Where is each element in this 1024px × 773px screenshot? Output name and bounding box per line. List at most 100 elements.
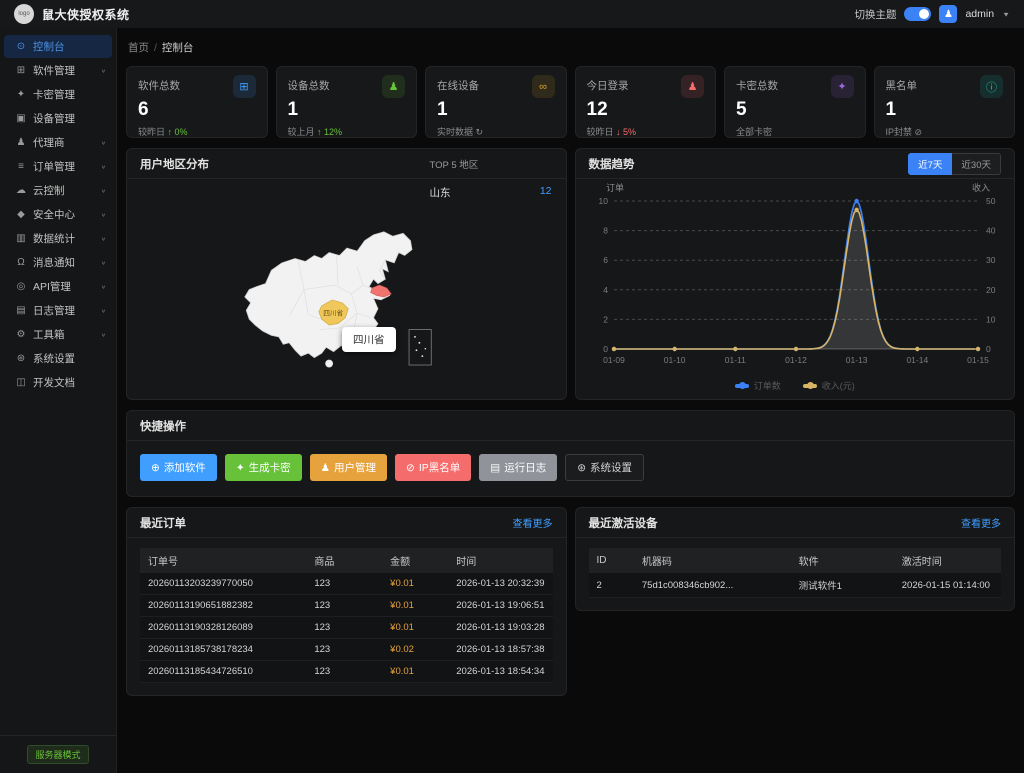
orders-table: 订单号商品金额时间20260113203239770050123¥0.01202… <box>140 548 553 683</box>
range-button-近30天[interactable]: 近30天 <box>952 153 1001 175</box>
orders-more-link[interactable]: 查看更多 <box>513 515 553 530</box>
person-icon: ♟ <box>382 75 405 98</box>
svg-text:8: 8 <box>603 226 608 236</box>
sidebar-item-security[interactable]: ◆安全中心∨ <box>4 203 112 226</box>
quick-action-label: 运行日志 <box>504 460 546 475</box>
sidebar-item-label: 消息通知 <box>33 255 101 270</box>
stat-card: 卡密总数✦5全部卡密 <box>724 66 866 138</box>
svg-text:2: 2 <box>603 314 608 324</box>
app-logo-icon: logo <box>14 4 34 24</box>
main-content: 首页/控制台 软件总数⊞6较昨日 ↑ 0%设备总数♟1较上月 ↑ 12%在线设备… <box>117 28 1024 706</box>
stat-card-label: 黑名单 <box>886 78 918 93</box>
table-row: 20260113185738178234123¥0.022026-01-13 1… <box>140 639 553 661</box>
stat-card-label: 在线设备 <box>437 78 479 93</box>
stat-card-value: 5 <box>736 100 854 119</box>
sidebar-item-logs[interactable]: ▤日志管理∨ <box>4 299 112 322</box>
svg-text:4: 4 <box>603 285 608 295</box>
rings-icon: ∞ <box>532 75 555 98</box>
sidebar-item-software[interactable]: ⊞软件管理∨ <box>4 59 112 82</box>
sidebar-item-notice[interactable]: Ω 消息通知∨ <box>4 251 112 274</box>
table-cell: 2026-01-13 18:57:38 <box>448 639 552 661</box>
api-icon: ◎ <box>14 281 28 292</box>
theme-toggle[interactable] <box>904 7 931 21</box>
sidebar-item-order[interactable]: ≡订单管理∨ <box>4 155 112 178</box>
svg-text:10: 10 <box>598 196 608 206</box>
table-cell: 75d1c008346cb902... <box>634 573 791 598</box>
stat-card-footnote: 全部卡密 <box>736 125 854 138</box>
table-header: 时间 <box>448 548 552 573</box>
breadcrumb-home[interactable]: 首页 <box>128 42 149 54</box>
stat-card-label: 设备总数 <box>288 78 330 93</box>
region-value: 12 <box>540 185 552 200</box>
sidebar-item-toolbox[interactable]: ⚙工具箱∨ <box>4 323 112 346</box>
stat-card-value: 1 <box>437 100 555 119</box>
devices-more-link[interactable]: 查看更多 <box>961 515 1001 530</box>
svg-text:20: 20 <box>986 285 996 295</box>
sidebar-item-devdocs[interactable]: ◫开发文档 <box>4 371 112 394</box>
plus-circle-icon: ⊕ <box>151 462 160 474</box>
data-trend-panel: 数据趋势 近7天近30天 订单收入02468100102030405001-09… <box>575 148 1016 400</box>
sidebar-item-label: 开发文档 <box>33 375 106 390</box>
recent-orders-panel: 最近订单 查看更多 订单号商品金额时间202601132032397700501… <box>126 507 567 696</box>
legend-item[interactable]: 收入(元) <box>803 379 855 392</box>
quick-action-label: 系统设置 <box>590 460 632 475</box>
quick-action-用户管理[interactable]: ♟用户管理 <box>310 454 387 481</box>
svg-text:50: 50 <box>986 196 996 206</box>
top5-region-row[interactable]: 山东12 <box>430 185 552 200</box>
quick-actions-panel: 快捷操作 ⊕添加软件✦生成卡密♟用户管理⊘IP黑名单▤运行日志⊛系统设置 <box>126 410 1015 497</box>
bell-icon: Ω <box>14 257 28 268</box>
username: admin <box>965 8 994 20</box>
table-cell: ¥0.01 <box>382 661 448 683</box>
monitor-icon: ▣ <box>14 113 28 124</box>
person-icon: ♟ <box>321 462 330 474</box>
sidebar-item-device[interactable]: ▣设备管理 <box>4 107 112 130</box>
table-cell: 123 <box>306 617 382 639</box>
svg-text:01-13: 01-13 <box>845 355 867 365</box>
chevron-down-icon[interactable]: ▼ <box>1002 10 1010 17</box>
server-mode-badge: 服务器模式 <box>27 745 88 764</box>
quick-action-添加软件[interactable]: ⊕添加软件 <box>140 454 217 481</box>
svg-text:01-12: 01-12 <box>785 355 807 365</box>
stat-card-footnote: 实时数据 ↻ <box>437 125 555 138</box>
key-icon: ✦ <box>236 462 245 474</box>
sidebar-item-agent[interactable]: ♟代理商∨ <box>4 131 112 154</box>
user-avatar[interactable]: ♟ <box>939 5 957 23</box>
stat-card-value: 12 <box>587 100 705 119</box>
sidebar-item-cardkey[interactable]: ✦卡密管理 <box>4 83 112 106</box>
quick-action-生成卡密[interactable]: ✦生成卡密 <box>225 454 302 481</box>
table-header: 激活时间 <box>894 548 1001 573</box>
legend-item[interactable]: 订单数 <box>735 379 781 392</box>
stat-card-label: 软件总数 <box>138 78 180 93</box>
sidebar-item-settings[interactable]: ⊛系统设置 <box>4 347 112 370</box>
table-cell: 20260113185738178234 <box>140 639 306 661</box>
table-row: 20260113190328126089123¥0.012026-01-13 1… <box>140 617 553 639</box>
top5-region-list: TOP 5 地区 山东12 <box>430 179 552 200</box>
settings-icon: ⊛ <box>14 353 28 364</box>
sidebar-item-cloud[interactable]: ☁云控制∨ <box>4 179 112 202</box>
sidebar-item-api[interactable]: ◎API管理∨ <box>4 275 112 298</box>
quick-action-系统设置[interactable]: ⊛系统设置 <box>565 454 644 481</box>
svg-text:01-11: 01-11 <box>724 355 745 365</box>
toggle-knob-icon <box>919 9 929 19</box>
table-header: 商品 <box>306 548 382 573</box>
quick-action-运行日志[interactable]: ▤运行日志 <box>479 454 557 481</box>
stat-cards-row: 软件总数⊞6较昨日 ↑ 0%设备总数♟1较上月 ↑ 12%在线设备∞1实时数据 … <box>126 66 1015 138</box>
cloud-icon: ☁ <box>14 185 28 196</box>
app-title: 鼠大侠授权系统 <box>42 6 130 23</box>
svg-text:10: 10 <box>986 314 996 324</box>
stat-card: 软件总数⊞6较昨日 ↑ 0% <box>126 66 268 138</box>
region-map-panel: 用户地区分布 <box>126 148 567 400</box>
sidebar-item-stats[interactable]: ▥数据统计∨ <box>4 227 112 250</box>
key-icon: ✦ <box>831 75 854 98</box>
china-map[interactable]: 四川省 <box>227 225 449 397</box>
chevron-down-icon: ∨ <box>101 260 106 266</box>
sidebar-item-console[interactable]: ⊙控制台 <box>4 35 112 58</box>
table-cell: 2026-01-13 20:32:39 <box>448 573 552 595</box>
range-button-近7天[interactable]: 近7天 <box>908 153 952 175</box>
svg-text:0: 0 <box>986 344 991 354</box>
range-button-group: 近7天近30天 <box>908 153 1001 175</box>
quick-action-IP黑名单[interactable]: ⊘IP黑名单 <box>395 454 471 481</box>
table-cell: 2026-01-13 18:54:34 <box>448 661 552 683</box>
sidebar-item-label: 云控制 <box>33 183 101 198</box>
table-cell: ¥0.01 <box>382 595 448 617</box>
